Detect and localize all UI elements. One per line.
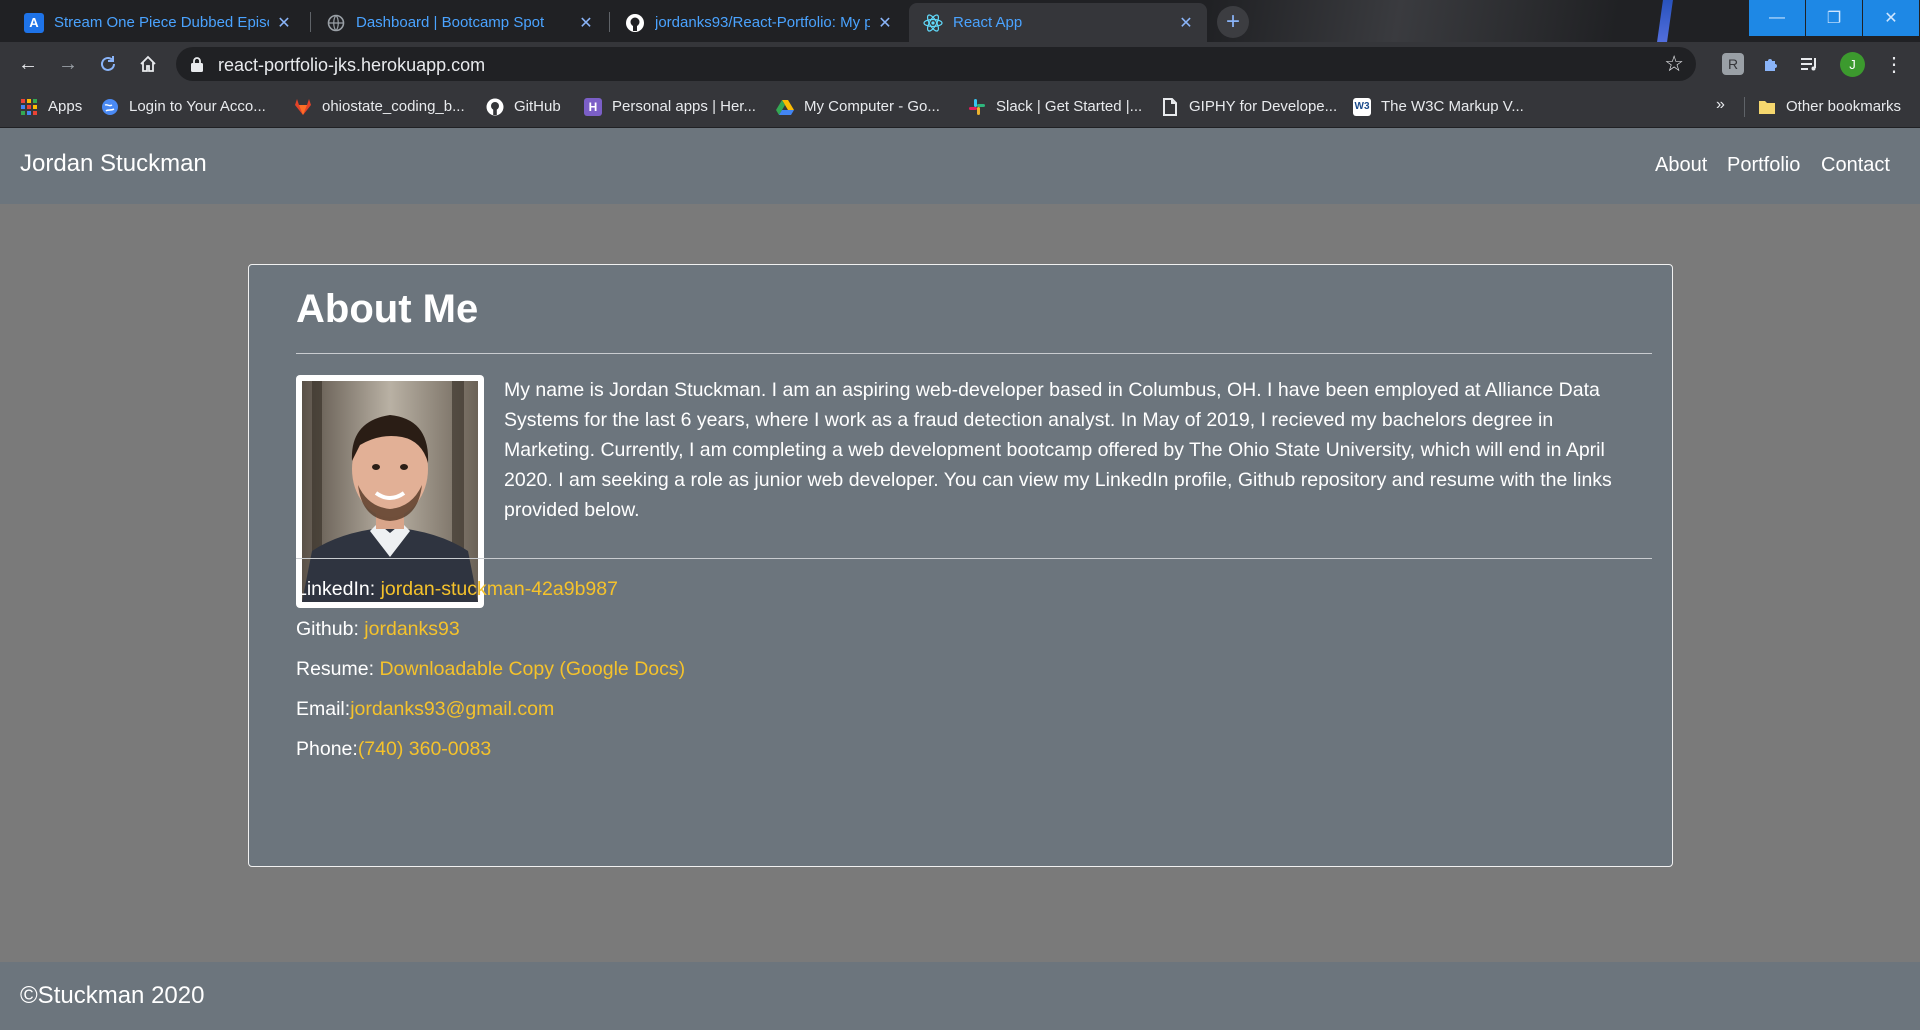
bookmark-label: ohiostate_coding_b... [322,98,465,115]
url-text: react-portfolio-jks.herokuapp.com [218,55,486,75]
gitlab-icon [294,98,312,116]
restore-icon[interactable]: ❐ [1806,0,1862,36]
email-label: Email: [296,698,351,720]
linkedin-link[interactable]: jordan-stuckman-42a9b987 [381,578,618,600]
close-icon[interactable]: ✕ [275,14,293,32]
react-icon [923,13,943,33]
page-title: About Me [296,287,479,331]
footer-copyright: ©Stuckman 2020 [20,982,205,1009]
new-tab-button[interactable]: + [1217,6,1249,38]
bookmarks-bar: Apps Login to Your Acco... ohiostate_cod… [0,86,1920,128]
bookmark-w3c[interactable]: W3 The W3C Markup V... [1353,86,1524,127]
bookmark-giphy[interactable]: GIPHY for Develope... [1161,86,1337,127]
profile-avatar[interactable]: J [1840,52,1865,77]
globe-icon [326,13,346,33]
bookmark-label: The W3C Markup V... [1381,98,1524,115]
tab-title: Stream One Piece Dubbed Episo [54,14,269,31]
address-bar[interactable]: react-portfolio-jks.herokuapp.com ☆ [176,47,1696,81]
apps-grid-icon [20,98,38,116]
github-link[interactable]: jordanks93 [364,618,459,640]
menu-kebab-icon[interactable]: ⋮ [1878,48,1910,80]
bookmark-google-drive[interactable]: My Computer - Go... [776,86,940,127]
portrait-illustration [302,381,478,602]
bookmark-gitlab[interactable]: ohiostate_coding_b... [294,86,465,127]
giphy-icon [1161,97,1179,116]
linkedin-label: LinkedIn: [296,578,381,600]
divider [296,558,1652,559]
bookmark-apps[interactable]: Apps [20,86,82,127]
browser-tab-strip: A Stream One Piece Dubbed Episo ✕ Dashbo… [0,0,1920,42]
heroku-icon: H [584,97,602,116]
bookmark-label: GitHub [514,98,561,115]
bookmark-star-icon[interactable]: ☆ [1664,51,1684,77]
github-line: Github: jordanks93 [296,618,460,641]
github-icon [625,13,645,33]
phone-label: Phone: [296,738,358,760]
w3c-icon: W3 [1353,97,1371,116]
close-icon[interactable]: ✕ [577,14,595,32]
slack-icon [968,98,986,116]
browser-tab[interactable]: A Stream One Piece Dubbed Episo ✕ [10,3,305,42]
bookmark-label: Slack | Get Started |... [996,98,1143,115]
about-card: About Me My name is Jordan Stuckman. I a… [248,264,1673,867]
close-icon[interactable]: ✕ [1177,14,1195,32]
lock-icon [191,57,203,72]
puzzle-icon[interactable] [1760,53,1782,75]
nav-link-about[interactable]: About [1655,154,1707,177]
bookmark-label: Apps [48,98,83,115]
browser-tab[interactable]: Dashboard | Bootcamp Spot ✕ [312,3,607,42]
extension-r-icon[interactable]: R [1722,53,1744,75]
other-bookmarks[interactable]: Other bookmarks [1758,86,1901,127]
tab-title: jordanks93/React-Portfolio: My p [655,14,870,31]
linkedin-line: LinkedIn: jordan-stuckman-42a9b987 [296,578,618,601]
site-navbar: Jordan Stuckman About Portfolio Contact [0,128,1920,204]
resume-link[interactable]: Downloadable Copy (Google Docs) [379,658,685,680]
tab-divider [310,12,311,32]
bookmark-heroku[interactable]: H Personal apps | Her... [584,86,756,127]
browser-tab[interactable]: jordanks93/React-Portfolio: My p ✕ [611,3,906,42]
email-link[interactable]: jordanks93@gmail.com [350,698,554,720]
browser-tab-active[interactable]: React App ✕ [909,3,1207,42]
phone-line: Phone:(740) 360-0083 [296,738,491,761]
browser-toolbar: ← → react-portfolio-jks.herokuapp.com ☆ … [0,42,1920,86]
bookmarks-overflow-chevron[interactable]: » [1716,96,1725,114]
bookmark-slack[interactable]: Slack | Get Started |... [968,86,1142,127]
reload-icon[interactable] [92,48,124,80]
tab-title: React App [953,14,1023,31]
media-queue-icon[interactable] [1798,53,1820,75]
navbar-brand[interactable]: Jordan Stuckman [20,150,207,178]
bookmark-github[interactable]: GitHub [486,86,561,127]
nav-link-contact[interactable]: Contact [1821,154,1890,177]
phone-link[interactable]: (740) 360-0083 [358,738,491,760]
bookmark-login[interactable]: Login to Your Acco... [101,86,266,127]
home-icon[interactable] [132,48,164,80]
profile-photo [296,375,484,608]
github-icon [486,98,504,116]
tab-divider [609,12,610,32]
window-close-icon[interactable]: ✕ [1863,0,1919,36]
folder-icon [1758,98,1776,116]
bookmark-label: GIPHY for Develope... [1189,98,1338,115]
google-drive-icon [776,98,794,116]
resume-line: Resume: Downloadable Copy (Google Docs) [296,658,685,681]
tab-title: Dashboard | Bootcamp Spot [356,14,545,31]
minimize-icon[interactable]: — [1749,0,1805,36]
bookmarks-divider [1744,97,1745,117]
forward-icon[interactable]: → [52,48,84,80]
email-line: Email:jordanks93@gmail.com [296,698,554,721]
back-icon[interactable]: ← [12,48,44,80]
resume-label: Resume: [296,658,380,680]
bookmark-label: Other bookmarks [1786,98,1902,115]
divider [296,353,1652,354]
close-icon[interactable]: ✕ [876,14,894,32]
letter-a-icon: A [24,12,44,33]
bookmark-label: My Computer - Go... [804,98,940,115]
bio-paragraph: My name is Jordan Stuckman. I am an aspi… [504,379,1612,521]
github-label: Github: [296,618,365,640]
site-footer: ©Stuckman 2020 [0,962,1920,1030]
nav-link-portfolio[interactable]: Portfolio [1727,154,1800,177]
bookmark-label: Login to Your Acco... [129,98,266,115]
globe-icon [101,98,119,116]
bookmark-label: Personal apps | Her... [612,98,756,115]
